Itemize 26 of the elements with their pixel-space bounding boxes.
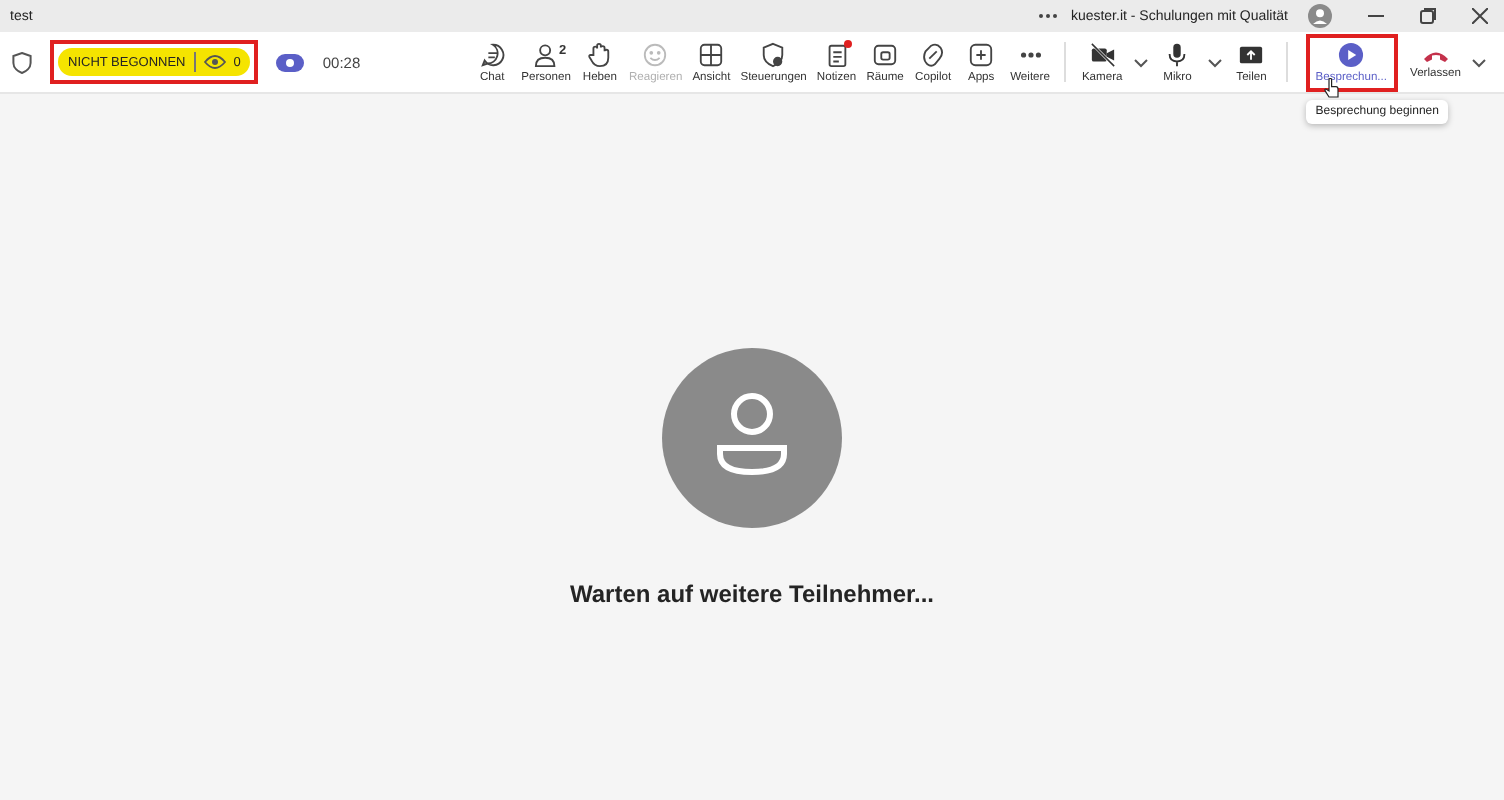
caret-icon[interactable] [1472, 57, 1486, 67]
waiting-message: Warten auf weitere Teilnehmer... [569, 579, 935, 607]
smiley-icon [642, 41, 669, 67]
camera-off-icon [1089, 41, 1116, 67]
avatar-icon[interactable] [1308, 4, 1332, 28]
caret-icon[interactable] [1207, 57, 1222, 67]
share-screen-icon [1238, 41, 1265, 67]
square-icon [872, 41, 899, 67]
swirl-icon [920, 41, 947, 67]
grid-icon [698, 41, 725, 67]
notes-icon [823, 41, 850, 67]
avatar-placeholder-icon [662, 347, 842, 527]
more-icon[interactable] [1038, 12, 1059, 20]
eye-icon [203, 54, 226, 70]
play-icon [1338, 41, 1365, 67]
hand-icon [586, 41, 613, 67]
chat-icon [479, 41, 506, 67]
restore-icon[interactable] [1420, 8, 1436, 24]
microphone-icon [1164, 41, 1191, 67]
recording-icon [276, 53, 305, 71]
person-icon [533, 41, 560, 67]
caret-icon[interactable] [1133, 57, 1148, 67]
close-icon[interactable] [1472, 8, 1488, 24]
shield-icon [760, 41, 787, 67]
plus-icon [968, 41, 995, 67]
shield-icon[interactable] [12, 51, 32, 73]
